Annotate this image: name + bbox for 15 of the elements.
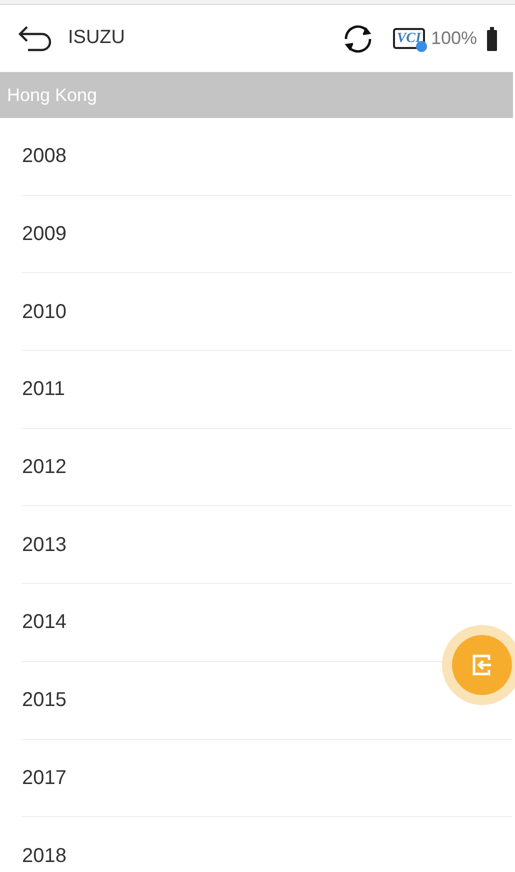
- battery-icon: [487, 26, 497, 50]
- year-item[interactable]: 2017: [22, 740, 512, 818]
- battery-level: 100%: [430, 27, 477, 50]
- year-item[interactable]: 2011: [22, 351, 512, 429]
- year-item[interactable]: 2009: [22, 196, 512, 274]
- section-header: Hong Kong: [0, 72, 513, 118]
- year-item[interactable]: 2012: [22, 428, 512, 506]
- header-title: ISUZU: [68, 26, 125, 50]
- year-item[interactable]: 2013: [22, 506, 512, 584]
- year-item[interactable]: 2008: [22, 118, 512, 196]
- vci-badge: VCI: [392, 28, 425, 49]
- exit-icon: [471, 654, 493, 676]
- year-item[interactable]: 2010: [22, 273, 512, 352]
- year-item[interactable]: 2018: [22, 817, 512, 872]
- back-icon[interactable]: [18, 24, 52, 54]
